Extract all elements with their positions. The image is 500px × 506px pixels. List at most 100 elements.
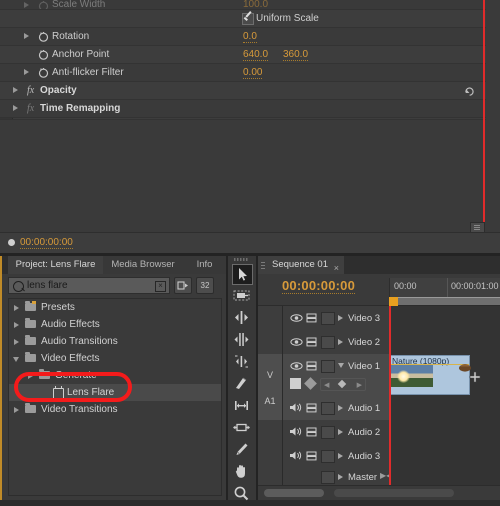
tab-project-lens-flare[interactable]: Project: Lens Flare xyxy=(8,256,104,274)
timeline-horizontal-scrollbar[interactable] xyxy=(334,489,454,497)
track-target-box[interactable] xyxy=(321,426,335,439)
effect-controls-playhead[interactable] xyxy=(483,0,485,232)
track-lock-icon[interactable] xyxy=(306,313,317,323)
icon-size-button[interactable]: 32 xyxy=(196,277,214,294)
keyframe-diamond-icon[interactable] xyxy=(304,377,317,390)
property-row-anchor-point[interactable]: Anchor Point 640.0 360.0 xyxy=(0,46,486,64)
track-mute-speaker-icon[interactable] xyxy=(289,402,303,413)
panel-grip-icon[interactable] xyxy=(234,258,249,261)
effect-controls-timecode[interactable]: 00:00:00:00 xyxy=(20,237,73,249)
source-patch-indicator[interactable] xyxy=(258,468,283,486)
property-row-time-remapping[interactable]: fx Time Remapping xyxy=(0,100,486,118)
selection-tool[interactable] xyxy=(232,264,253,285)
track-header[interactable]: Video 3 xyxy=(258,306,390,330)
disclosure-triangle-icon[interactable] xyxy=(14,407,19,413)
property-row-scale-width[interactable]: Scale Width 100.0 xyxy=(0,0,486,10)
track-lock-icon[interactable] xyxy=(306,361,317,371)
tree-item-audio-transitions[interactable]: Audio Transitions xyxy=(9,333,221,350)
stopwatch-icon[interactable] xyxy=(38,67,49,78)
track-header[interactable]: Video 2 xyxy=(258,330,390,354)
track-target-box[interactable] xyxy=(321,336,335,349)
disclosure-triangle-icon[interactable] xyxy=(13,87,18,93)
track-lock-icon[interactable] xyxy=(306,337,317,347)
tree-item-video-transitions[interactable]: Video Transitions xyxy=(9,401,221,418)
close-icon[interactable]: × xyxy=(334,259,339,277)
track-target-box[interactable] xyxy=(321,360,335,373)
track-lock-icon[interactable] xyxy=(306,451,317,461)
track-lane[interactable] xyxy=(389,468,500,486)
playhead-handle[interactable] xyxy=(389,297,398,306)
track-video-1[interactable]: V Video 1 ◀ ▶ Nature (1080p) xyxy=(258,354,500,397)
tree-item-generate[interactable]: Generate xyxy=(9,367,221,384)
property-row-anti-flicker-filter[interactable]: Anti-flicker Filter 0.00 xyxy=(0,64,486,82)
ripple-edit-tool[interactable] xyxy=(232,308,251,327)
slip-tool[interactable] xyxy=(232,396,251,415)
rolling-edit-tool[interactable] xyxy=(232,330,251,349)
track-expand-triangle-icon[interactable] xyxy=(338,315,343,321)
tree-item-video-effects[interactable]: Video Effects xyxy=(9,350,221,367)
source-patch-indicator[interactable] xyxy=(258,330,283,354)
tab-media-browser[interactable]: Media Browser xyxy=(103,256,184,274)
stopwatch-icon[interactable] xyxy=(38,49,49,60)
source-patch-indicator[interactable] xyxy=(258,420,283,444)
track-mute-speaker-icon[interactable] xyxy=(289,426,303,437)
disclosure-triangle-icon[interactable] xyxy=(24,33,29,39)
track-target-box[interactable] xyxy=(321,312,335,325)
track-visibility-eye-icon[interactable] xyxy=(290,337,303,347)
tab-grip-icon[interactable] xyxy=(261,261,265,269)
track-lane[interactable] xyxy=(389,420,500,444)
track-expand-triangle-icon[interactable] xyxy=(338,339,343,345)
source-patch-indicator[interactable] xyxy=(258,444,283,468)
source-patch-indicator[interactable]: A1 xyxy=(258,396,283,420)
source-patch-indicator[interactable] xyxy=(258,306,283,330)
track-lock-icon[interactable] xyxy=(306,403,317,413)
stopwatch-icon[interactable] xyxy=(38,31,49,42)
disclosure-triangle-icon[interactable] xyxy=(13,105,18,111)
track-header[interactable]: Audio 2 xyxy=(258,420,390,444)
tree-item-audio-effects[interactable]: Audio Effects xyxy=(9,316,221,333)
track-lane[interactable] xyxy=(389,396,500,420)
anchor-point-y-value[interactable]: 360.0 xyxy=(283,49,309,61)
property-value[interactable]: 100.0 xyxy=(243,0,268,9)
track-target-box[interactable] xyxy=(321,471,335,484)
track-lane[interactable] xyxy=(389,306,500,330)
pen-tool[interactable] xyxy=(232,440,251,459)
disclosure-triangle-icon[interactable] xyxy=(14,305,19,311)
track-header[interactable]: V Video 1 ◀ ▶ xyxy=(258,354,390,396)
track-target-box[interactable] xyxy=(321,402,335,415)
zoom-tool[interactable] xyxy=(232,484,251,503)
track-mute-speaker-icon[interactable] xyxy=(289,450,303,461)
anti-flicker-value[interactable]: 0.00 xyxy=(243,67,263,79)
rotation-value[interactable]: 0.0 xyxy=(243,31,257,43)
new-search-bin-button[interactable] xyxy=(174,277,192,294)
source-patch-indicator[interactable]: V xyxy=(258,354,283,396)
track-video-2[interactable]: Video 2 xyxy=(258,330,500,355)
property-row-opacity[interactable]: fx Opacity xyxy=(0,82,486,100)
disclosure-triangle-icon[interactable] xyxy=(28,373,33,379)
disclosure-triangle-icon[interactable] xyxy=(24,2,29,8)
track-expand-triangle-icon[interactable] xyxy=(338,453,343,459)
track-audio-1[interactable]: A1 Audio 1 xyxy=(258,396,500,421)
tab-sequence-01[interactable]: Sequence 01 × xyxy=(258,256,344,274)
reset-parameter-icon[interactable] xyxy=(463,84,476,97)
track-lane[interactable] xyxy=(389,330,500,354)
track-target-box[interactable] xyxy=(321,450,335,463)
clear-search-icon[interactable]: × xyxy=(155,281,166,292)
uniform-scale-checkbox[interactable] xyxy=(242,13,254,25)
timeline-playhead[interactable] xyxy=(389,297,391,486)
tab-info[interactable]: Info xyxy=(183,256,227,274)
stopwatch-icon[interactable] xyxy=(38,0,49,9)
track-video-3[interactable]: Video 3 xyxy=(258,306,500,331)
track-header[interactable]: A1 Audio 1 xyxy=(258,396,390,420)
track-lane[interactable]: Nature (1080p) xyxy=(389,354,500,396)
disclosure-triangle-icon[interactable] xyxy=(14,322,19,328)
track-lock-icon[interactable] xyxy=(306,427,317,437)
disclosure-triangle-icon[interactable] xyxy=(14,339,19,345)
track-expand-triangle-icon[interactable] xyxy=(338,405,343,411)
prev-keyframe-icon[interactable]: ◀ xyxy=(324,381,329,389)
anchor-point-x-value[interactable]: 640.0 xyxy=(243,49,269,61)
tree-item-presets[interactable]: Presets xyxy=(9,299,221,316)
keyframe-nav-group[interactable]: ◀ ▶ xyxy=(320,378,366,391)
track-select-tool[interactable] xyxy=(232,286,251,305)
track-audio-2[interactable]: Audio 2 xyxy=(258,420,500,445)
